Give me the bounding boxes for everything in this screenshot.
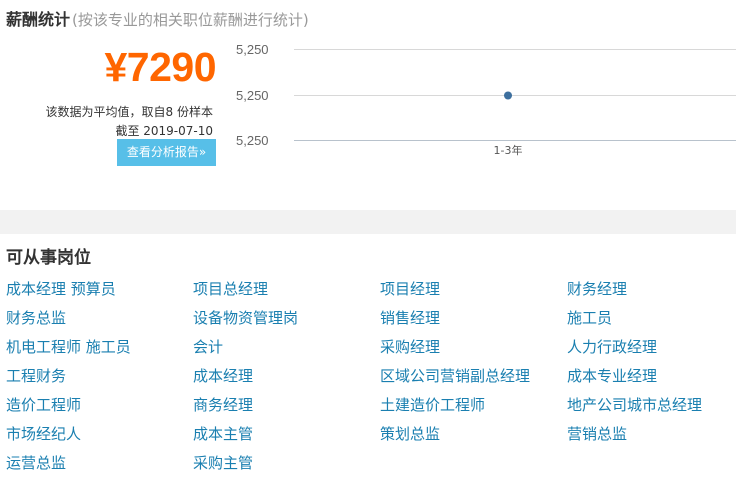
job-link[interactable]: 成本经理 预算员: [6, 279, 193, 308]
job-link[interactable]: 采购经理: [380, 337, 567, 366]
y-tick-label: 5,250: [236, 88, 269, 103]
view-report-button[interactable]: 查看分析报告»: [117, 139, 216, 166]
salary-section: 薪酬统计 (按该专业的相关职位薪酬进行统计) ¥7290 该数据为平均值，取自8 …: [0, 0, 736, 210]
job-link[interactable]: 项目总经理: [193, 279, 380, 308]
jobs-title: 可从事岗位: [6, 248, 91, 268]
job-link[interactable]: 区域公司营销副总经理: [380, 366, 567, 395]
salary-chart: 5,250 5,250 5,250 1-3年: [228, 34, 736, 174]
job-link[interactable]: 设备物资管理岗: [193, 308, 380, 337]
job-link[interactable]: 销售经理: [380, 308, 567, 337]
job-link[interactable]: 商务经理: [193, 395, 380, 424]
salary-title: 薪酬统计: [6, 10, 71, 29]
job-link[interactable]: 成本主管: [193, 424, 380, 453]
section-divider: [0, 210, 736, 234]
job-link[interactable]: 机电工程师 施工员: [6, 337, 193, 366]
job-link[interactable]: 财务经理: [567, 279, 736, 308]
salary-chart-svg: 5,250 5,250 5,250 1-3年: [236, 42, 736, 157]
job-link[interactable]: 项目经理: [380, 279, 567, 308]
job-link[interactable]: 营销总监: [567, 424, 736, 453]
job-link[interactable]: 采购主管: [193, 453, 380, 481]
job-link[interactable]: 工程财务: [6, 366, 193, 395]
jobs-section: 可从事岗位 成本经理 预算员 项目总经理 项目经理 财务经理财务总监 设备物资管理岗 销售…: [0, 234, 736, 481]
job-link[interactable]: 人力行政经理: [567, 337, 736, 366]
x-category-label: 1-3年: [494, 143, 523, 157]
job-link[interactable]: 财务总监: [6, 308, 193, 337]
y-tick-label: 5,250: [236, 42, 269, 57]
y-tick-label: 5,250: [236, 133, 269, 148]
job-link[interactable]: 运营总监: [6, 453, 193, 481]
job-link[interactable]: 市场经纪人: [6, 424, 193, 453]
job-link[interactable]: 造价工程师: [6, 395, 193, 424]
sample-note: 该数据为平均值，取自8 份样本: [45, 105, 213, 119]
data-point[interactable]: [504, 91, 512, 100]
job-link[interactable]: 成本专业经理: [567, 366, 736, 395]
job-link[interactable]: 策划总监: [380, 424, 567, 453]
job-link[interactable]: 地产公司城市总经理: [567, 395, 736, 424]
job-link[interactable]: 施工员: [567, 308, 736, 337]
as-of-date: 截至 2019-07-10: [115, 124, 213, 138]
salary-subtitle: (按该专业的相关职位薪酬进行统计): [72, 11, 309, 29]
job-link[interactable]: 土建造价工程师: [380, 395, 567, 424]
job-link[interactable]: 会计: [193, 337, 380, 366]
salary-heading: 薪酬统计 (按该专业的相关职位薪酬进行统计): [6, 6, 309, 30]
job-list: 成本经理 预算员 项目总经理 项目经理 财务经理财务总监 设备物资管理岗 销售经理 施工员机…: [6, 279, 736, 481]
job-link[interactable]: 成本经理: [193, 366, 380, 395]
average-salary-value: ¥7290: [104, 44, 216, 90]
